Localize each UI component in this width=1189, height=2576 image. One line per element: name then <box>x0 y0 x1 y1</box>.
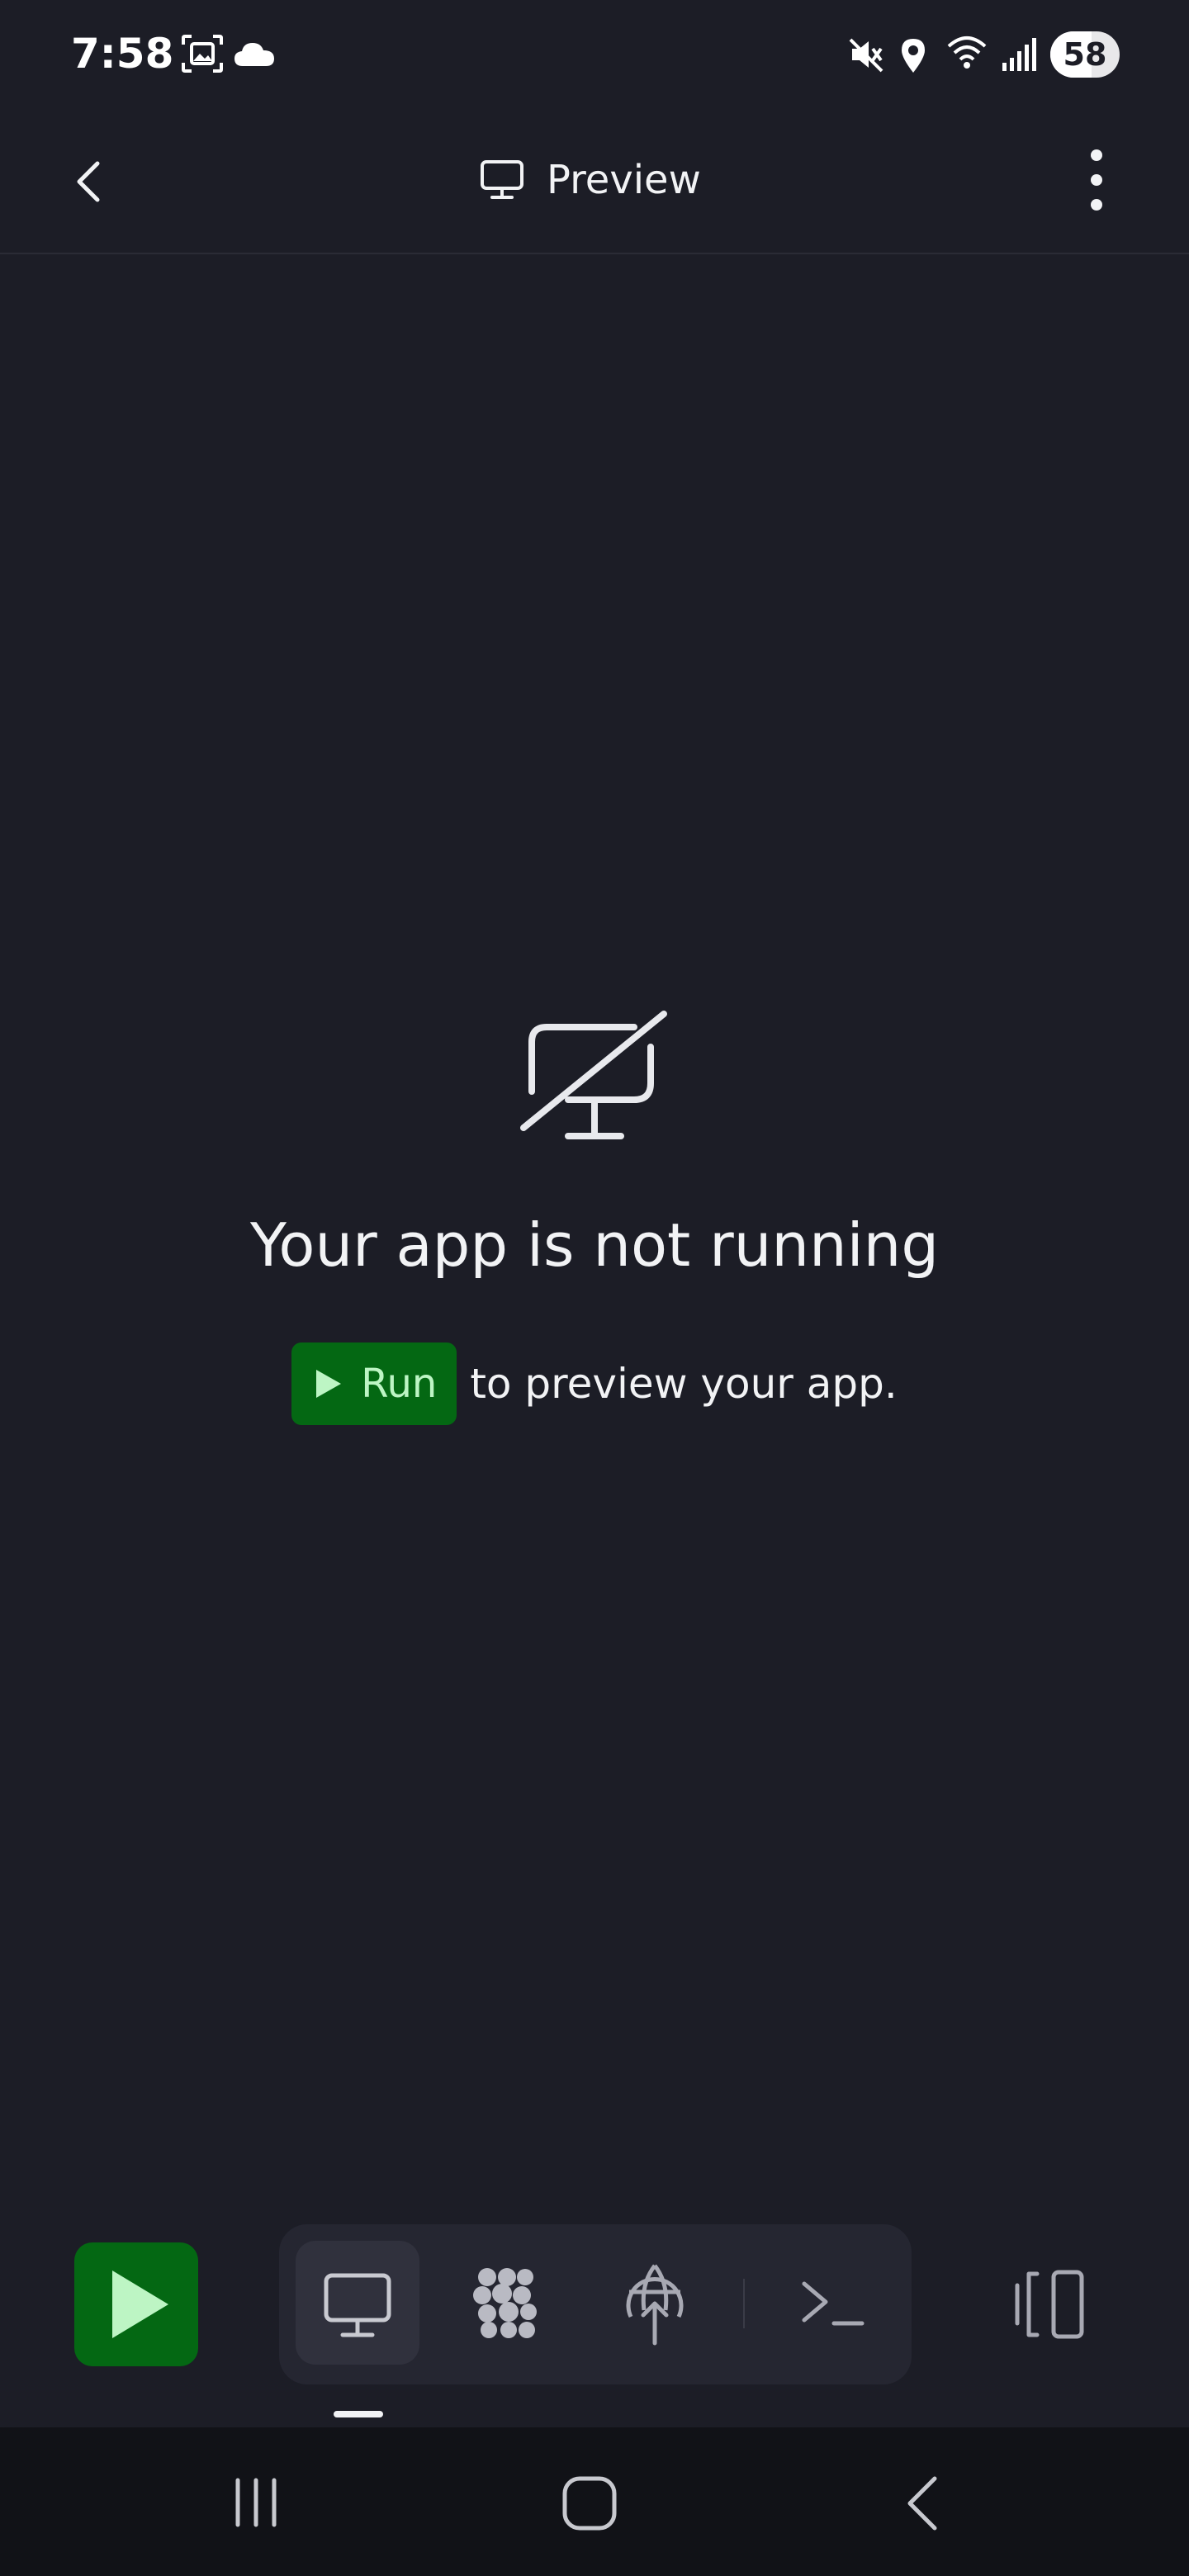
tool-agent-button[interactable] <box>444 2241 568 2365</box>
cloud-icon <box>234 43 274 66</box>
empty-state-title: Your app is not running <box>249 1210 940 1280</box>
system-navigation-bar <box>0 2427 1189 2576</box>
mute-icon <box>849 38 883 73</box>
status-bar: 7:58 58 <box>0 0 1189 109</box>
terminal-icon <box>802 2281 865 2326</box>
wifi-icon <box>947 36 987 69</box>
status-time: 7:58 <box>71 30 174 78</box>
tool-preview-button[interactable] <box>296 2241 419 2365</box>
page-title: Preview <box>547 157 701 203</box>
back-icon[interactable] <box>893 2472 951 2535</box>
location-icon <box>902 39 925 73</box>
run-hint: Run to preview your app. <box>0 1342 1189 1425</box>
screenshot-icon <box>182 35 223 73</box>
tool-switcher <box>279 2224 912 2384</box>
signal-icon <box>1002 38 1036 71</box>
more-options-button[interactable] <box>1073 139 1120 221</box>
run-button[interactable] <box>74 2242 198 2366</box>
play-icon <box>316 1370 342 1398</box>
recent-apps-icon[interactable] <box>223 2474 289 2531</box>
monitor-icon <box>324 2273 391 2337</box>
inline-run-button[interactable]: Run <box>291 1342 457 1425</box>
active-tab-indicator <box>334 2411 383 2417</box>
monitor-icon <box>481 160 523 199</box>
page-title-group: Preview <box>479 147 701 213</box>
tool-shell-button[interactable] <box>771 2241 895 2365</box>
run-hint-text: to preview your app. <box>470 1360 898 1408</box>
home-icon[interactable] <box>558 2472 621 2535</box>
monitor-off-icon <box>520 1011 667 1139</box>
layout-panels-button[interactable] <box>1012 2267 1092 2342</box>
globe-upload-icon <box>626 2264 684 2346</box>
back-button[interactable] <box>59 142 119 221</box>
run-chip-label: Run <box>361 1361 438 1407</box>
tool-divider <box>743 2279 745 2328</box>
app-screen: 7:58 58 Preview Your app is not running … <box>0 0 1189 2576</box>
battery-icon: 58 <box>1050 31 1120 78</box>
dots-grid-icon <box>473 2268 537 2338</box>
battery-level: 58 <box>1063 36 1107 73</box>
tool-deploy-button[interactable] <box>593 2241 717 2365</box>
top-app-bar: Preview <box>0 109 1189 254</box>
